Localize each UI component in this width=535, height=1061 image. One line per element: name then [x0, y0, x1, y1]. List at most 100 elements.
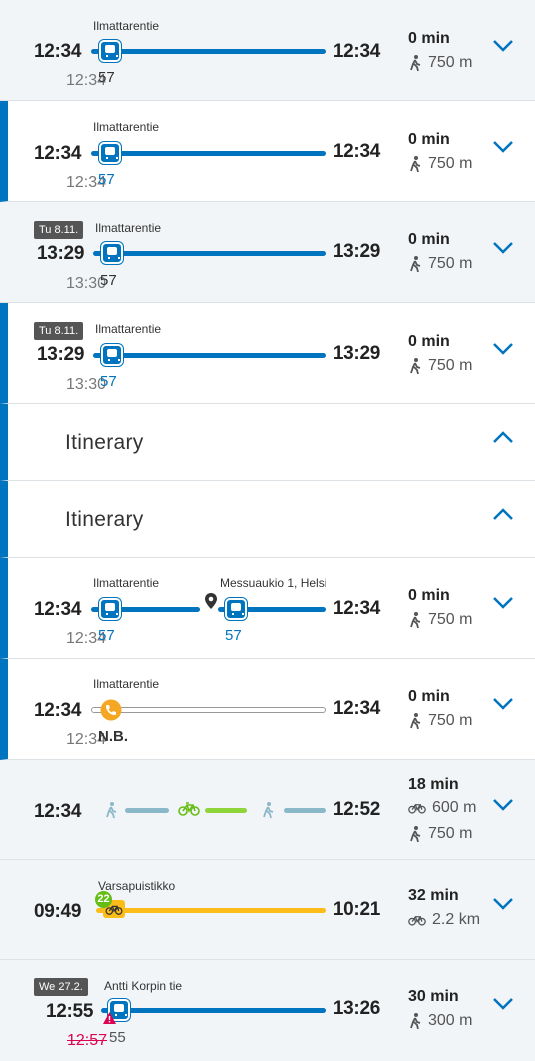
walk-icon	[263, 802, 274, 819]
walk-icon	[410, 612, 421, 628]
arrival-time: 12:52	[332, 799, 380, 820]
stop-name: Ilmattarentie	[93, 19, 160, 33]
stop-name: Antti Korpin tie	[104, 979, 183, 993]
bus-leg-bar	[93, 353, 326, 358]
chevron-down-icon[interactable]	[492, 241, 514, 255]
bus-leg-bar	[101, 1008, 326, 1013]
date-badge: Tu 8.11.	[34, 322, 84, 340]
stop-name-2: Messuaukio 1, Helsinki	[220, 576, 326, 590]
duration: 32 min	[408, 887, 459, 904]
bus-icon	[101, 344, 123, 366]
location-pin-icon	[205, 593, 217, 609]
itinerary-summary-row[interactable]: Varsapuistikko 09:49 22 10:21 32 min 2.2…	[0, 860, 535, 960]
walk-icon	[410, 55, 421, 71]
duration: 0 min	[408, 333, 450, 350]
departure-time: 13:29	[37, 344, 85, 365]
route-number: 57	[100, 272, 117, 289]
walk-icon	[410, 156, 421, 172]
stop-name: Varsapuistikko	[98, 879, 176, 893]
walk-leg-bar	[125, 808, 169, 813]
itinerary-header[interactable]: Itinerary	[0, 481, 535, 558]
itinerary-summary-row[interactable]: Tu 8.11. Ilmattarentie 13:29 13:30 57 13…	[0, 202, 535, 303]
bus-icon	[99, 598, 121, 620]
itinerary-summary-row[interactable]: Ilmattarentie 12:34 12:34 57 12:34 0 min…	[0, 101, 535, 202]
walk-distance-value: 750 m	[428, 825, 473, 842]
itinerary-summary-row[interactable]: 12:34 12:52 18 min 600 m 750 m	[0, 760, 535, 860]
chevron-down-icon[interactable]	[492, 39, 514, 53]
walk-distance: 750 m	[408, 357, 472, 375]
duration: 0 min	[408, 688, 450, 705]
walk-distance-value: 750 m	[428, 611, 473, 628]
chevron-down-icon[interactable]	[492, 140, 514, 154]
walk-distance-value: 300 m	[428, 1012, 473, 1029]
citybike-leg-bar	[96, 908, 326, 913]
itinerary-summary-row[interactable]: Ilmattarentie 12:34 12:34 57 12:34 0 min…	[0, 0, 535, 101]
bus-leg-bar	[91, 151, 326, 156]
walk-distance: 750 m	[408, 255, 472, 273]
chevron-down-icon[interactable]	[492, 997, 514, 1011]
itinerary-summary-row[interactable]: Ilmattarentie Messuaukio 1, Helsinki 12:…	[0, 558, 535, 659]
bus-icon	[225, 598, 247, 620]
duration: 0 min	[408, 231, 450, 248]
route-number: 55	[109, 1029, 126, 1046]
bus-icon	[99, 142, 121, 164]
chevron-down-icon[interactable]	[492, 897, 514, 911]
chevron-down-icon[interactable]	[492, 798, 514, 812]
duration: 0 min	[408, 587, 450, 604]
chevron-up-icon[interactable]	[492, 507, 514, 521]
duration: 0 min	[408, 131, 450, 148]
chevron-down-icon[interactable]	[492, 596, 514, 610]
walk-distance-value: 750 m	[428, 357, 473, 374]
bike-count-badge: 22	[95, 891, 112, 908]
walk-distance: 750 m	[408, 155, 472, 173]
walk-distance-value: 750 m	[428, 155, 473, 172]
walk-icon	[410, 358, 421, 374]
walk-icon	[410, 1013, 421, 1029]
walk-icon	[410, 256, 421, 272]
bus-icon	[99, 40, 121, 62]
walk-icon	[410, 713, 421, 729]
phone-icon	[100, 699, 122, 721]
itinerary-list: Ilmattarentie 12:34 12:34 57 12:34 0 min…	[0, 0, 535, 1061]
duration: 30 min	[408, 988, 459, 1005]
itinerary-header[interactable]: Itinerary	[0, 404, 535, 481]
stop-name: Ilmattarentie	[93, 677, 160, 691]
walk-distance-value: 750 m	[428, 255, 473, 272]
departure-time: 12:34	[34, 143, 82, 164]
arrival-time: 12:34	[332, 598, 380, 619]
route-number: 57	[98, 627, 115, 644]
departure-time: 12:34	[34, 41, 82, 62]
itinerary-summary-row[interactable]: We 27.2. Antti Korpin tie 12:55 12:57 55…	[0, 960, 535, 1061]
walk-distance-value: 750 m	[428, 712, 473, 729]
duration: 0 min	[408, 30, 450, 47]
arrival-time: 10:21	[332, 899, 380, 920]
stop-name: Ilmattarentie	[95, 221, 162, 235]
stop-name: Ilmattarentie	[93, 120, 160, 134]
departure-time: 12:34	[34, 599, 82, 620]
chevron-down-icon[interactable]	[492, 697, 514, 711]
departure-time: 12:55	[46, 1001, 94, 1022]
itinerary-summary-row[interactable]: Tu 8.11. Ilmattarentie 13:29 13:30 57 13…	[0, 303, 535, 404]
call-agency-leg-bar	[91, 707, 326, 713]
bus-icon	[101, 242, 123, 264]
walk-leg-bar	[284, 808, 326, 813]
duration: 18 min	[408, 776, 459, 793]
arrival-time: 12:34	[332, 698, 380, 719]
chevron-up-icon[interactable]	[492, 430, 514, 444]
itinerary-title: Itinerary	[65, 431, 144, 454]
walk-distance: 750 m	[408, 611, 472, 629]
arrival-time: 13:26	[332, 998, 380, 1019]
route-number: N.B.	[98, 728, 128, 745]
walk-distance: 750 m	[408, 54, 472, 72]
walk-icon	[106, 802, 117, 819]
arrival-time: 13:29	[332, 241, 380, 262]
itinerary-title: Itinerary	[65, 508, 144, 531]
itinerary-summary-row[interactable]: Ilmattarentie 12:34 12:34 N.B. 12:34 0 m…	[0, 659, 535, 760]
departure-time: 09:49	[34, 901, 82, 922]
chevron-down-icon[interactable]	[492, 342, 514, 356]
route-number: 57	[98, 171, 115, 188]
route-number-2: 57	[225, 627, 242, 644]
walk-distance: 300 m	[408, 1012, 472, 1030]
date-badge: Tu 8.11.	[34, 221, 84, 239]
stop-name: Ilmattarentie	[95, 322, 162, 336]
